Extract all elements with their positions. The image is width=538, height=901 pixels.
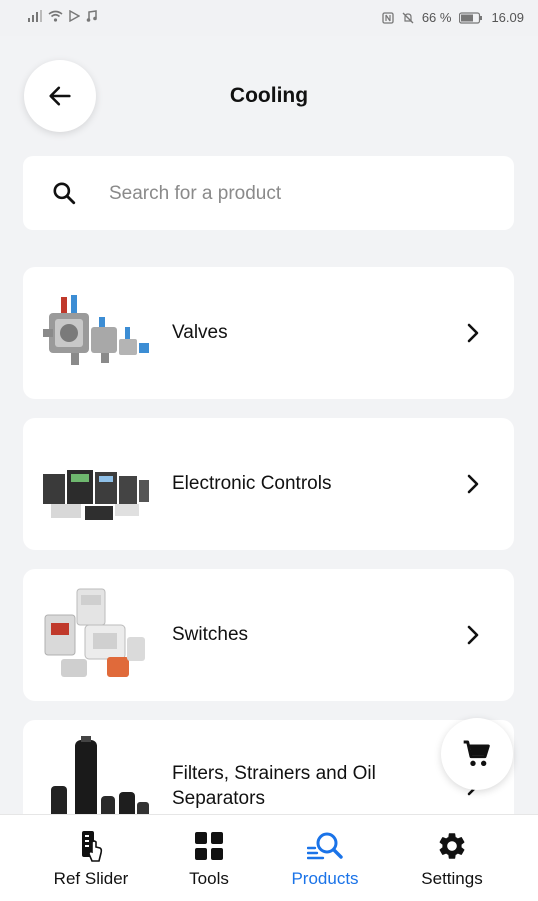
nav-ref-slider[interactable]: Ref Slider (40, 815, 142, 901)
switches-image (41, 585, 151, 685)
category-label: Filters, Strainers and Oil Separators (172, 763, 376, 809)
nav-label: Settings (421, 869, 483, 888)
category-label: Switches (172, 624, 249, 645)
nav-tools[interactable]: Tools (170, 815, 248, 901)
electronic-controls-image (41, 434, 151, 534)
category-label: Valves (172, 322, 228, 343)
status-bar: 66 % 16.09 (0, 0, 538, 36)
nav-products[interactable]: Products (278, 815, 372, 901)
product-search-icon (307, 829, 343, 863)
clock: 16.09 (491, 10, 524, 25)
cart-button[interactable] (441, 718, 513, 790)
nav-label: Ref Slider (53, 869, 129, 888)
ref-slider-icon (78, 829, 104, 863)
search-bar[interactable] (23, 156, 514, 230)
battery-percent: 66 % (421, 10, 452, 25)
category-card-valves[interactable]: Valves (23, 267, 514, 399)
search-input[interactable] (107, 178, 491, 210)
mute-icon (402, 12, 414, 23)
chevron-right-icon (463, 322, 483, 349)
chevron-right-icon (463, 624, 483, 651)
nav-label: Products (291, 869, 359, 888)
cart-icon (463, 740, 490, 766)
status-icons-left (28, 10, 97, 22)
nav-settings[interactable]: Settings (408, 815, 496, 901)
category-card-switches[interactable]: Switches (23, 569, 514, 701)
category-card-electronic-controls[interactable]: Electronic Controls (23, 418, 514, 550)
category-label: Electronic Controls (172, 473, 332, 494)
battery-icon (459, 11, 483, 24)
search-icon (51, 180, 77, 211)
play-icon (69, 10, 80, 22)
chevron-right-icon (463, 473, 483, 500)
valves-image (41, 283, 151, 383)
bottom-navigation: Ref Slider Tools Products Settings (0, 814, 538, 901)
nfc-icon (382, 11, 394, 24)
nav-label: Tools (189, 869, 229, 888)
wifi-icon (48, 10, 63, 22)
signal-icon (28, 10, 42, 22)
status-icons-right: 66 % 16.09 (382, 10, 524, 25)
music-icon (86, 10, 97, 22)
gear-icon (436, 829, 468, 863)
page-title: Cooling (229, 84, 309, 107)
grid-icon (194, 829, 224, 863)
